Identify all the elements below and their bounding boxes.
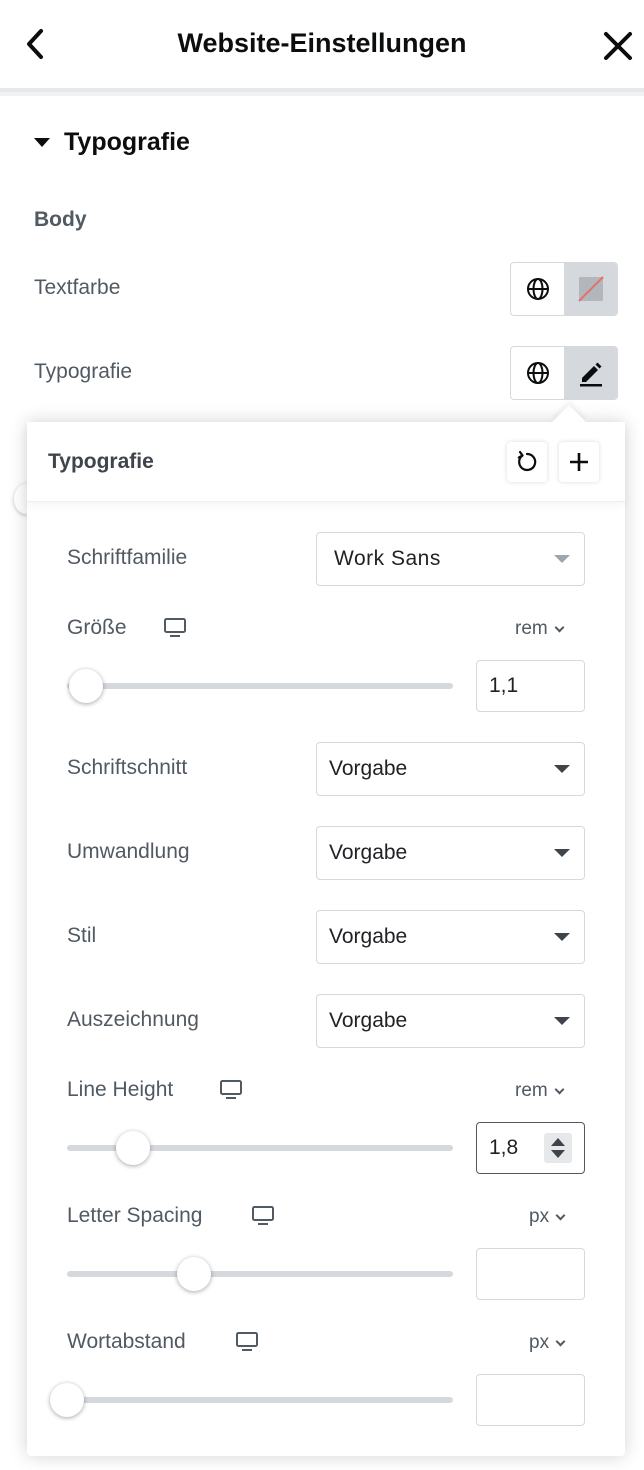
close-icon — [604, 32, 632, 60]
text-decoration-select[interactable]: Vorgabe — [316, 994, 585, 1048]
close-button[interactable] — [598, 26, 638, 66]
text-transform-select[interactable]: Vorgabe — [316, 826, 585, 880]
word-spacing-unit-select[interactable]: px — [529, 1332, 566, 1354]
section-title: Typografie — [64, 128, 190, 156]
edit-typography-button[interactable] — [564, 347, 617, 399]
line-height-unit-select[interactable]: rem — [515, 1080, 565, 1102]
textfarbe-control — [510, 262, 618, 316]
dropdown-arrow-icon — [554, 1017, 570, 1025]
desktop-icon[interactable] — [251, 1205, 275, 1227]
font-style-label: Stil — [67, 924, 97, 947]
no-color-swatch-icon — [577, 276, 604, 302]
text-transform-label: Umwandlung — [67, 840, 190, 863]
line-height-value: 1,8 — [489, 1136, 519, 1159]
textfarbe-label: Textfarbe — [34, 276, 121, 299]
stepper-arrows[interactable] — [544, 1133, 572, 1163]
chevron-down-icon — [555, 1336, 566, 1346]
desktop-icon[interactable] — [163, 617, 187, 639]
text-transform-value: Vorgabe — [329, 841, 408, 864]
typografie-control — [510, 346, 618, 400]
dropdown-arrow-icon — [554, 849, 570, 857]
global-fonts-button[interactable] — [511, 347, 564, 399]
font-weight-select[interactable]: Vorgabe — [316, 742, 585, 796]
letter-spacing-input[interactable] — [476, 1248, 585, 1300]
letter-spacing-label: Letter Spacing — [67, 1204, 203, 1227]
word-spacing-slider-handle[interactable] — [50, 1383, 84, 1417]
line-height-label: Line Height — [67, 1078, 174, 1101]
line-height-unit: rem — [515, 1080, 548, 1101]
size-slider-handle[interactable] — [69, 669, 104, 703]
plus-icon — [570, 453, 588, 471]
letter-spacing-slider-handle[interactable] — [177, 1257, 212, 1291]
word-spacing-input[interactable] — [476, 1374, 585, 1426]
desktop-icon[interactable] — [219, 1079, 243, 1101]
add-button[interactable] — [559, 442, 599, 482]
font-weight-value: Vorgabe — [329, 757, 408, 780]
font-family-value: Work Sans — [334, 547, 441, 570]
panel-header: Website-Einstellungen — [0, 0, 644, 92]
line-height-input[interactable]: 1,8 — [476, 1122, 585, 1174]
letter-spacing-slider[interactable] — [67, 1257, 453, 1291]
letter-spacing-unit-select[interactable]: px — [529, 1206, 566, 1228]
popover-title: Typografie — [48, 450, 154, 473]
size-value: 1,1 — [489, 674, 519, 697]
global-colors-button[interactable] — [511, 263, 564, 315]
stepper-down-icon[interactable] — [551, 1150, 565, 1158]
font-family-select[interactable]: Work Sans — [316, 532, 585, 586]
text-decoration-value: Vorgabe — [329, 1009, 408, 1032]
font-style-value: Vorgabe — [329, 925, 408, 948]
desktop-icon[interactable] — [235, 1331, 259, 1353]
dropdown-arrow-icon — [554, 933, 570, 941]
color-picker-button[interactable] — [564, 263, 617, 315]
size-unit: rem — [515, 618, 548, 639]
reset-button[interactable] — [507, 442, 547, 482]
word-spacing-slider[interactable] — [50, 1383, 453, 1417]
stepper-up-icon[interactable] — [551, 1138, 565, 1146]
size-label: Größe — [67, 616, 127, 639]
size-input[interactable]: 1,1 — [476, 660, 585, 712]
section-toggle-typografie[interactable]: Typografie — [34, 128, 190, 157]
dropdown-arrow-icon — [554, 765, 570, 773]
font-weight-label: Schriftschnitt — [67, 756, 188, 779]
typografie-label: Typografie — [34, 360, 133, 383]
line-height-slider-handle[interactable] — [115, 1131, 150, 1165]
group-title-body: Body — [34, 208, 87, 231]
size-unit-select[interactable]: rem — [515, 618, 565, 640]
typography-popover: Typografie Schriftfamilie Work Sans Größ… — [27, 405, 625, 1456]
font-style-select[interactable]: Vorgabe — [316, 910, 585, 964]
chevron-down-icon — [554, 622, 565, 632]
chevron-down-icon — [555, 1210, 566, 1220]
pencil-icon — [579, 362, 602, 387]
size-slider[interactable] — [67, 669, 453, 703]
caret-down-icon — [34, 138, 50, 147]
dropdown-arrow-icon — [554, 555, 570, 563]
line-height-slider[interactable] — [67, 1131, 453, 1165]
chevron-down-icon — [554, 1084, 565, 1094]
letter-spacing-unit: px — [529, 1206, 550, 1227]
text-decoration-label: Auszeichnung — [67, 1008, 199, 1031]
reset-icon — [517, 450, 537, 472]
font-family-label: Schriftfamilie — [67, 546, 188, 569]
word-spacing-label: Wortabstand — [67, 1330, 186, 1353]
popover-header: Typografie — [27, 422, 625, 502]
globe-icon — [526, 278, 549, 300]
page-title: Website-Einstellungen — [177, 28, 467, 58]
word-spacing-unit: px — [529, 1332, 550, 1353]
globe-icon — [526, 362, 549, 384]
